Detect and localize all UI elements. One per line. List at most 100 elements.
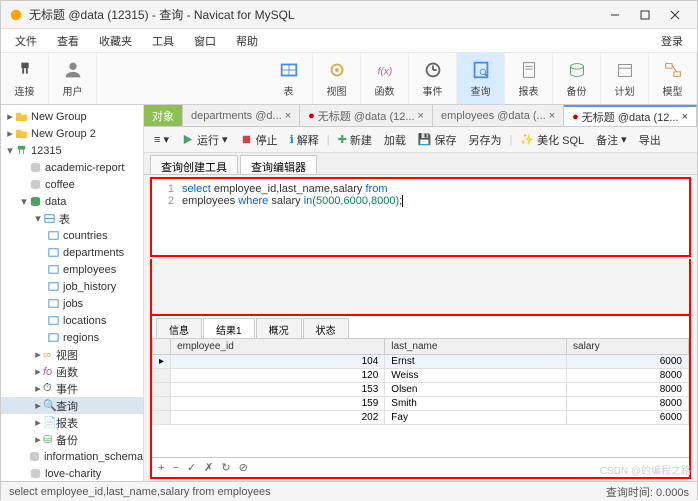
main-toolbar: 连接 用户 表 视图 f(x)函数 事件 查询 报表 备份 计划 模型 — [1, 53, 697, 105]
tb-table[interactable]: 表 — [265, 53, 313, 104]
tree-table[interactable]: locations — [1, 312, 143, 329]
tree-funcs[interactable]: ▸fo函数 — [1, 363, 143, 380]
status-time: 查询时间: 0.000s — [606, 484, 689, 500]
maximize-button[interactable] — [631, 5, 659, 25]
menu-file[interactable]: 文件 — [5, 30, 47, 52]
table-row[interactable]: 202Fay6000 — [153, 411, 689, 425]
close-icon: × — [418, 110, 424, 122]
tb-view[interactable]: 视图 — [313, 53, 361, 104]
tree-table[interactable]: departments — [1, 244, 143, 261]
tree-events[interactable]: ▸⏱事件 — [1, 380, 143, 397]
tree-reports[interactable]: ▸📄报表 — [1, 414, 143, 431]
menu-bar: 文件 查看 收藏夹 工具 窗口 帮助 登录 — [1, 29, 697, 53]
result-grid[interactable]: employee_id last_name salary ▸104Ernst60… — [152, 338, 689, 457]
menu-login[interactable]: 登录 — [651, 30, 693, 52]
close-icon: × — [549, 110, 555, 122]
rtab-result[interactable]: 结果1 — [203, 318, 255, 338]
load-button[interactable]: 加载 — [380, 130, 410, 150]
watermark: CSDN @的编程之路 — [600, 462, 691, 477]
tb-model[interactable]: 模型 — [649, 53, 697, 104]
table-row[interactable]: 159Smith8000 — [153, 397, 689, 411]
saveas-button[interactable]: 另存为 — [465, 130, 506, 150]
tree-table[interactable]: countries — [1, 227, 143, 244]
rtab-info[interactable]: 信息 — [156, 318, 202, 338]
note-button[interactable]: 备注 ▾ — [592, 130, 631, 150]
close-icon: × — [682, 111, 688, 123]
tree-db[interactable]: information_schema — [1, 448, 143, 465]
connection-tree[interactable]: ▸New Group ▸New Group 2 ▾12315 academic-… — [1, 105, 144, 481]
subtab-editor[interactable]: 查询编辑器 — [240, 155, 317, 174]
query-toolbar: ≡ ▾ 运行 ▾ 停止 ℹ解释 | ✚新建 加载 💾保存 另存为 | ✨美化 S… — [144, 127, 697, 153]
tb-function[interactable]: f(x)函数 — [361, 53, 409, 104]
tb-report[interactable]: 报表 — [505, 53, 553, 104]
sql-editor[interactable]: 1select employee_id,last_name,salary fro… — [150, 177, 691, 257]
explain-button[interactable]: ℹ解释 — [286, 130, 323, 150]
grid-cancel[interactable]: ✗ — [204, 461, 213, 474]
grid-add[interactable]: + — [158, 462, 164, 474]
minimize-button[interactable] — [601, 5, 629, 25]
close-button[interactable] — [661, 5, 689, 25]
tb-connection[interactable]: 连接 — [1, 53, 49, 104]
tab-query[interactable]: departments @d...× — [183, 105, 300, 126]
tb-backup[interactable]: 备份 — [553, 53, 601, 104]
tree-table[interactable]: employees — [1, 261, 143, 278]
save-button[interactable]: 💾保存 — [414, 130, 461, 150]
tree-db[interactable]: academic-report — [1, 159, 143, 176]
tb-event[interactable]: 事件 — [409, 53, 457, 104]
svg-text:f(x): f(x) — [377, 67, 392, 78]
status-sql: select employee_id,last_name,salary from… — [9, 486, 271, 498]
menu-tools[interactable]: 工具 — [142, 30, 184, 52]
new-button[interactable]: ✚新建 — [334, 130, 376, 150]
window-title: 无标题 @data (12315) - 查询 - Navicat for MyS… — [29, 6, 601, 23]
tree-db[interactable]: coffee — [1, 176, 143, 193]
rtab-overview[interactable]: 概况 — [256, 318, 302, 338]
grid-refresh[interactable]: ↻ — [221, 461, 230, 474]
tree-table[interactable]: regions — [1, 329, 143, 346]
menu-fav[interactable]: 收藏夹 — [89, 30, 142, 52]
grid-filter[interactable]: ⊘ — [239, 461, 248, 474]
close-icon: × — [285, 110, 291, 122]
tree-tables[interactable]: ▾表 — [1, 210, 143, 227]
tree-group[interactable]: ▸New Group — [1, 108, 143, 125]
tree-backups[interactable]: ▸⛁备份 — [1, 431, 143, 448]
col-header[interactable]: salary — [567, 339, 689, 355]
tab-query[interactable]: ●无标题 @data (12...× — [300, 105, 433, 126]
tb-user[interactable]: 用户 — [49, 53, 97, 104]
tree-connection[interactable]: ▾12315 — [1, 142, 143, 159]
qbar-dropdown[interactable]: ≡ ▾ — [150, 131, 173, 148]
tree-queries[interactable]: ▸🔍查询 — [1, 397, 143, 414]
tree-table[interactable]: job_history — [1, 278, 143, 295]
tb-plan[interactable]: 计划 — [601, 53, 649, 104]
main-area: 对象 departments @d...× ●无标题 @data (12...×… — [144, 105, 697, 481]
tab-objects[interactable]: 对象 — [144, 105, 183, 126]
tree-views[interactable]: ▸∞视图 — [1, 346, 143, 363]
tab-query-active[interactable]: ●无标题 @data (12...× — [564, 105, 697, 126]
run-button[interactable]: 运行 ▾ — [177, 130, 232, 150]
menu-window[interactable]: 窗口 — [184, 30, 226, 52]
tree-db[interactable]: ▾data — [1, 193, 143, 210]
rtab-status[interactable]: 状态 — [303, 318, 349, 338]
result-tabs: 信息 结果1 概况 状态 — [152, 316, 689, 338]
subtab-builder[interactable]: 查询创建工具 — [150, 155, 238, 174]
menu-help[interactable]: 帮助 — [226, 30, 268, 52]
col-header[interactable]: last_name — [385, 339, 567, 355]
grid-ok[interactable]: ✓ — [187, 461, 196, 474]
grid-del[interactable]: − — [172, 462, 178, 474]
app-icon — [9, 8, 23, 22]
menu-view[interactable]: 查看 — [47, 30, 89, 52]
title-bar: 无标题 @data (12315) - 查询 - Navicat for MyS… — [1, 1, 697, 29]
tree-group[interactable]: ▸New Group 2 — [1, 125, 143, 142]
tree-db[interactable]: love-charity — [1, 465, 143, 481]
tb-query[interactable]: 查询 — [457, 53, 505, 104]
tree-table[interactable]: jobs — [1, 295, 143, 312]
tab-query[interactable]: employees @data (...× — [433, 105, 564, 126]
table-row[interactable]: 120Weiss8000 — [153, 369, 689, 383]
table-row[interactable]: 153Olsen8000 — [153, 383, 689, 397]
col-header[interactable]: employee_id — [171, 339, 385, 355]
table-row[interactable]: ▸104Ernst6000 — [153, 355, 689, 369]
stop-button[interactable]: 停止 — [236, 130, 282, 150]
results-panel: 信息 结果1 概况 状态 employee_id last_name salar… — [150, 314, 691, 479]
status-bar: select employee_id,last_name,salary from… — [1, 481, 697, 501]
export-button[interactable]: 导出 — [635, 130, 665, 150]
beautify-button[interactable]: ✨美化 SQL — [516, 130, 588, 150]
